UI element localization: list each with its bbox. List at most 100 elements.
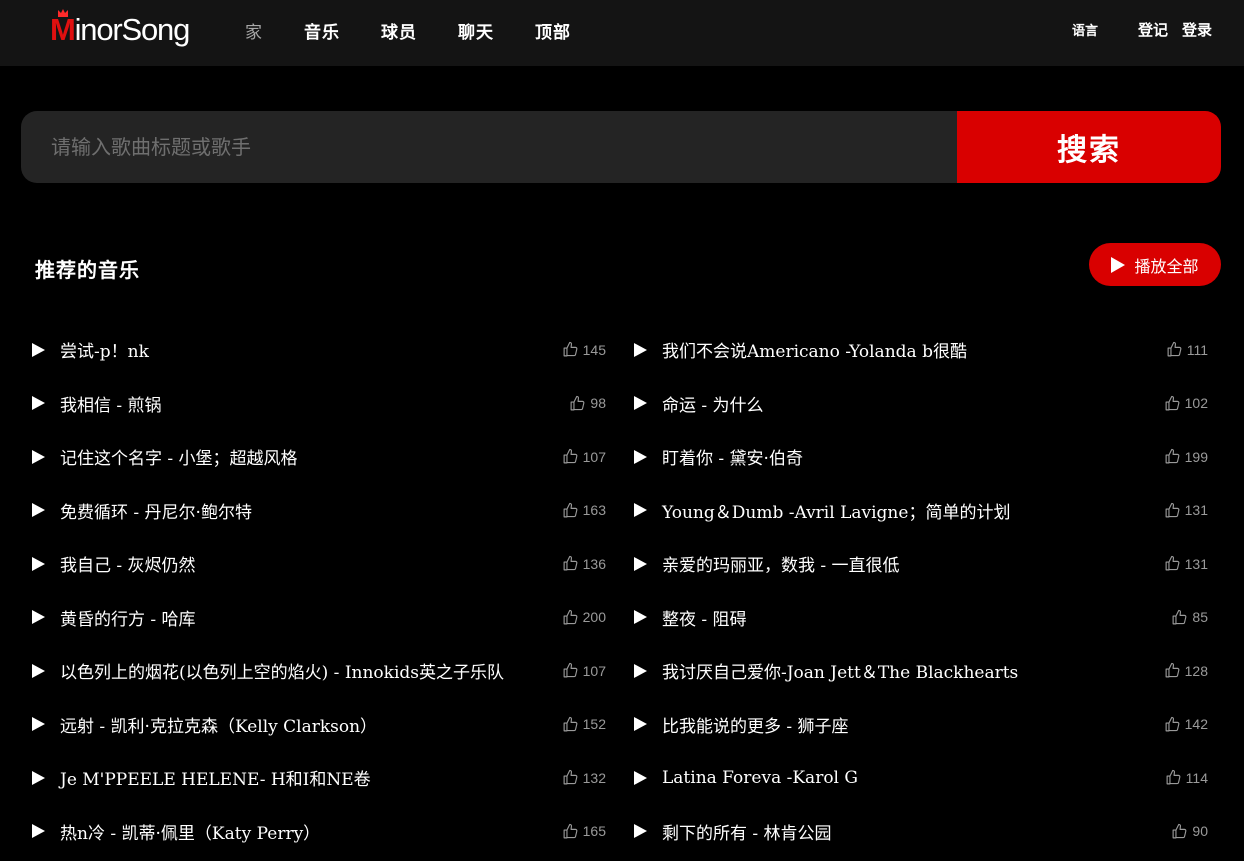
nav-music[interactable]: 音乐 — [304, 18, 340, 43]
thumbs-up-icon — [1164, 555, 1185, 572]
like-button[interactable]: 200 — [562, 591, 606, 645]
like-button[interactable]: 136 — [562, 537, 606, 591]
song-title[interactable]: 我讨厌自己爱你-Joan Jett＆The Blackhearts — [662, 658, 1018, 683]
play-icon[interactable] — [32, 610, 45, 625]
song-list-right: 我们不会说Americano -Yolanda b很酷 111 命运 - 为什么 10… — [632, 323, 1208, 858]
like-button[interactable]: 85 — [1171, 591, 1208, 645]
play-icon[interactable] — [634, 342, 647, 357]
play-icon[interactable] — [634, 717, 647, 732]
song-title[interactable]: 黄昏的行方 - 哈库 — [60, 605, 196, 630]
play-icon[interactable] — [32, 663, 45, 678]
song-title[interactable]: 我们不会说Americano -Yolanda b很酷 — [662, 337, 967, 362]
song-title[interactable]: 整夜 - 阻碍 — [662, 605, 747, 630]
song-title[interactable]: 我自己 - 灰烬仍然 — [60, 551, 196, 576]
search-input[interactable] — [21, 111, 957, 183]
nav-players[interactable]: 球员 — [381, 18, 417, 43]
song-title[interactable]: 亲爱的玛丽亚，数我 - 一直很低 — [662, 551, 900, 576]
play-icon[interactable] — [32, 449, 45, 464]
song-title[interactable]: 盯着你 - 黛安·伯奇 — [662, 444, 803, 469]
song-row[interactable]: Je M'PPEELE HELENE- H和I和NE卷 132 — [30, 751, 606, 805]
thumbs-up-icon — [562, 662, 583, 679]
song-row[interactable]: 剩下的所有 - 林肯公园 90 — [632, 805, 1208, 859]
language-link[interactable]: 语言 — [1072, 20, 1098, 39]
like-count: 142 — [1184, 716, 1208, 733]
like-button[interactable]: 114 — [1165, 751, 1208, 805]
play-icon[interactable] — [32, 717, 45, 732]
play-icon[interactable] — [634, 556, 647, 571]
song-title[interactable]: Young＆Dumb -Avril Lavigne；简单的计划 — [662, 498, 1010, 523]
song-title[interactable]: 记住这个名字 - 小堡；超越风格 — [60, 444, 298, 469]
like-button[interactable]: 152 — [562, 698, 606, 752]
like-button[interactable]: 90 — [1171, 805, 1208, 859]
play-icon[interactable] — [32, 503, 45, 518]
like-button[interactable]: 102 — [1164, 377, 1208, 431]
song-title[interactable]: 比我能说的更多 - 狮子座 — [662, 712, 849, 737]
song-row[interactable]: 整夜 - 阻碍 85 — [632, 591, 1208, 645]
song-row[interactable]: 远射 - 凯利·克拉克森（Kelly Clarkson） 152 — [30, 698, 606, 752]
play-icon[interactable] — [32, 342, 45, 357]
song-row[interactable]: 我们不会说Americano -Yolanda b很酷 111 — [632, 323, 1208, 377]
song-row[interactable]: 尝试-p！nk 145 — [30, 323, 606, 377]
song-row[interactable]: 盯着你 - 黛安·伯奇 199 — [632, 430, 1208, 484]
song-row[interactable]: Young＆Dumb -Avril Lavigne；简单的计划 131 — [632, 484, 1208, 538]
song-row[interactable]: 比我能说的更多 - 狮子座 142 — [632, 698, 1208, 752]
song-row[interactable]: 命运 - 为什么 102 — [632, 377, 1208, 431]
like-button[interactable]: 128 — [1164, 644, 1208, 698]
search-button[interactable]: 搜索 — [957, 111, 1221, 183]
song-title[interactable]: Latina Foreva -Karol G — [662, 768, 858, 788]
thumbs-up-icon — [562, 502, 583, 519]
play-icon[interactable] — [634, 610, 647, 625]
play-icon[interactable] — [634, 663, 647, 678]
like-button[interactable]: 163 — [562, 484, 606, 538]
song-row[interactable]: 黄昏的行方 - 哈库 200 — [30, 591, 606, 645]
like-button[interactable]: 98 — [569, 377, 606, 431]
play-icon[interactable] — [32, 556, 45, 571]
song-title[interactable]: 剩下的所有 - 林肯公园 — [662, 819, 832, 844]
song-row[interactable]: 我自己 - 灰烬仍然 136 — [30, 537, 606, 591]
nav-chat[interactable]: 聊天 — [458, 18, 494, 43]
play-icon[interactable] — [32, 824, 45, 839]
song-title[interactable]: 命运 - 为什么 — [662, 391, 764, 416]
song-row[interactable]: 以色列上的烟花(以色列上空的焰火) - Innokids英之子乐队 107 — [30, 644, 606, 698]
song-row[interactable]: 免费循环 - 丹尼尔·鲍尔特 163 — [30, 484, 606, 538]
play-icon[interactable] — [634, 449, 647, 464]
like-button[interactable]: 131 — [1164, 484, 1208, 538]
song-title[interactable]: 以色列上的烟花(以色列上空的焰火) - Innokids英之子乐队 — [60, 658, 504, 683]
like-count: 102 — [1184, 395, 1208, 412]
song-row[interactable]: 我讨厌自己爱你-Joan Jett＆The Blackhearts 128 — [632, 644, 1208, 698]
like-button[interactable]: 107 — [562, 430, 606, 484]
song-row[interactable]: 热n冷 - 凯蒂·佩里（Katy Perry） 165 — [30, 805, 606, 859]
like-button[interactable]: 131 — [1164, 537, 1208, 591]
login-link[interactable]: 登录 — [1182, 19, 1212, 40]
like-button[interactable]: 145 — [562, 323, 606, 377]
like-button[interactable]: 142 — [1164, 698, 1208, 752]
song-title[interactable]: 远射 - 凯利·克拉克森（Kelly Clarkson） — [60, 712, 377, 737]
like-button[interactable]: 111 — [1166, 323, 1208, 377]
like-button[interactable]: 107 — [562, 644, 606, 698]
song-title[interactable]: Je M'PPEELE HELENE- H和I和NE卷 — [60, 765, 371, 790]
like-count: 136 — [582, 555, 606, 572]
play-icon[interactable] — [634, 503, 647, 518]
song-row[interactable]: 我相信 - 煎锅 98 — [30, 377, 606, 431]
song-title[interactable]: 尝试-p！nk — [60, 337, 149, 362]
like-button[interactable]: 165 — [562, 805, 606, 859]
like-button[interactable]: 199 — [1164, 430, 1208, 484]
thumbs-up-icon — [562, 609, 583, 626]
song-row[interactable]: 亲爱的玛丽亚，数我 - 一直很低 131 — [632, 537, 1208, 591]
nav-top[interactable]: 顶部 — [535, 18, 571, 43]
song-title[interactable]: 热n冷 - 凯蒂·佩里（Katy Perry） — [60, 819, 320, 844]
song-title[interactable]: 免费循环 - 丹尼尔·鲍尔特 — [60, 498, 252, 523]
song-title[interactable]: 我相信 - 煎锅 — [60, 391, 162, 416]
like-button[interactable]: 132 — [562, 751, 606, 805]
play-icon[interactable] — [634, 396, 647, 411]
register-link[interactable]: 登记 — [1138, 19, 1168, 40]
play-icon[interactable] — [634, 770, 647, 785]
nav-home[interactable]: 家 — [245, 18, 263, 43]
play-icon[interactable] — [32, 770, 45, 785]
play-icon[interactable] — [32, 396, 45, 411]
song-row[interactable]: Latina Foreva -Karol G 114 — [632, 751, 1208, 805]
play-icon[interactable] — [634, 824, 647, 839]
song-row[interactable]: 记住这个名字 - 小堡；超越风格 107 — [30, 430, 606, 484]
play-all-button[interactable]: 播放全部 — [1089, 243, 1221, 286]
logo[interactable]: M inorSong — [50, 9, 190, 50]
